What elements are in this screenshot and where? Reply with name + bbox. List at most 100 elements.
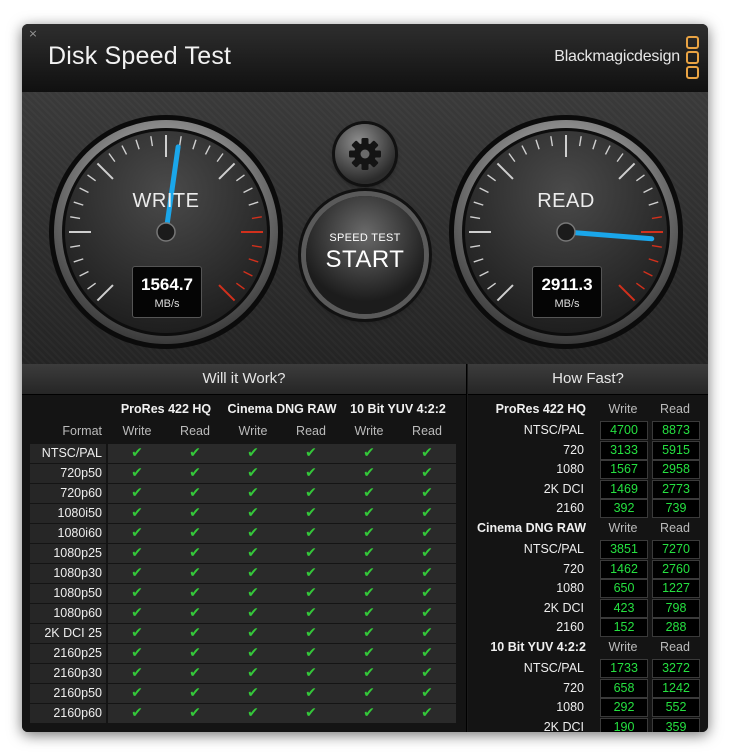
- speed-row-label: 2160: [556, 501, 584, 516]
- speed-value-read: 288: [652, 618, 700, 638]
- group-header: 10 Bit YUV 4:2:2: [350, 402, 446, 416]
- speed-value-write: 152: [600, 618, 648, 638]
- check-icon: ✔: [224, 684, 282, 703]
- format-label: 1080i60: [30, 524, 106, 543]
- check-icon: ✔: [108, 664, 166, 683]
- read-gauge: READ 2911.3 MB/s: [448, 114, 684, 350]
- speed-row-label: NTSC/PAL: [523, 542, 584, 556]
- check-icon: ✔: [166, 564, 224, 583]
- title-bar: × Disk Speed Test Blackmagicdesign: [22, 24, 708, 93]
- speed-value-write: 650: [600, 579, 648, 599]
- speed-row-label: 720: [563, 680, 584, 695]
- check-icon: ✔: [398, 464, 456, 483]
- check-icon: ✔: [166, 444, 224, 463]
- format-label: 1080p50: [30, 584, 106, 603]
- check-icon: ✔: [340, 644, 398, 663]
- check-icon: ✔: [224, 484, 282, 503]
- app-window: × Disk Speed Test Blackmagicdesign WRITE…: [22, 24, 708, 732]
- speed-value-read: 7270: [652, 540, 700, 559]
- speed-value-read: 2773: [652, 479, 700, 499]
- speed-group-title: 10 Bit YUV 4:2:2: [490, 640, 586, 654]
- write-gauge: WRITE 1564.7 MB/s: [48, 114, 284, 350]
- subcolumn-header: Read: [296, 424, 326, 438]
- speed-group-title: ProRes 422 HQ: [495, 402, 586, 416]
- group-header: ProRes 422 HQ: [120, 402, 212, 416]
- gear-icon: [349, 138, 381, 170]
- speed-row-label: 1080: [556, 700, 584, 715]
- check-icon: ✔: [224, 644, 282, 663]
- check-icon: ✔: [282, 604, 340, 623]
- check-icon: ✔: [224, 544, 282, 563]
- brand-logo-text: Blackmagicdesign: [554, 48, 680, 65]
- check-icon: ✔: [224, 604, 282, 623]
- check-icon: ✔: [108, 624, 166, 643]
- speed-value-write: 423: [600, 598, 648, 618]
- check-icon: ✔: [108, 544, 166, 563]
- gauge-area: WRITE 1564.7 MB/s SPEED TEST START READ …: [22, 92, 708, 364]
- check-icon: ✔: [340, 624, 398, 643]
- write-speed-readout: 1564.7 MB/s: [132, 266, 202, 318]
- speed-row-label: NTSC/PAL: [523, 423, 584, 437]
- table-row: 2160p30 ✔ ✔ ✔ ✔ ✔ ✔: [30, 664, 456, 683]
- check-icon: ✔: [398, 604, 456, 623]
- check-icon: ✔: [282, 504, 340, 523]
- speed-row-label: 2K DCI: [543, 600, 584, 615]
- check-icon: ✔: [224, 564, 282, 583]
- check-icon: ✔: [340, 444, 398, 463]
- write-speed-unit: MB/s: [154, 298, 180, 310]
- speed-value-write: 3133: [600, 440, 648, 460]
- check-icon: ✔: [224, 464, 282, 483]
- close-icon[interactable]: ×: [27, 28, 39, 40]
- check-icon: ✔: [282, 644, 340, 663]
- speed-value-write: 1462: [600, 559, 648, 579]
- table-row: 1080p50 ✔ ✔ ✔ ✔ ✔ ✔: [30, 584, 456, 603]
- check-icon: ✔: [398, 664, 456, 683]
- check-icon: ✔: [224, 664, 282, 683]
- table-row: NTSC/PAL ✔ ✔ ✔ ✔ ✔ ✔: [30, 444, 456, 463]
- format-label: 1080p30: [30, 564, 106, 583]
- speed-table: ProRes 422 HQ Write Read NTSC/PAL 4700 8873 72…: [468, 364, 708, 732]
- check-icon: ✔: [282, 584, 340, 603]
- check-icon: ✔: [398, 444, 456, 463]
- format-label: 1080i50: [30, 504, 106, 523]
- subcolumn-header: Read: [412, 424, 442, 438]
- speed-value-write: 658: [600, 678, 648, 698]
- check-icon: ✔: [166, 584, 224, 603]
- check-icon: ✔: [398, 644, 456, 663]
- subcolumn-header: Write: [122, 424, 152, 438]
- table-row: 1080p30 ✔ ✔ ✔ ✔ ✔ ✔: [30, 564, 456, 583]
- check-icon: ✔: [166, 704, 224, 723]
- check-icon: ✔: [224, 444, 282, 463]
- read-speed-unit: MB/s: [554, 298, 580, 310]
- format-label: NTSC/PAL: [30, 444, 106, 463]
- check-icon: ✔: [340, 664, 398, 683]
- check-icon: ✔: [340, 584, 398, 603]
- format-label: 2160p60: [30, 704, 106, 723]
- speed-value-read: 2760: [652, 559, 700, 579]
- start-speed-test-button[interactable]: SPEED TEST START: [306, 196, 424, 314]
- check-icon: ✔: [340, 464, 398, 483]
- check-icon: ✔: [398, 624, 456, 643]
- subcolumn-header: Read: [180, 424, 210, 438]
- speed-column-header: Read: [660, 640, 690, 654]
- table-row: 1080p25 ✔ ✔ ✔ ✔ ✔ ✔: [30, 544, 456, 563]
- settings-button[interactable]: [335, 124, 395, 184]
- format-label: 2K DCI 25: [30, 624, 106, 643]
- read-speed-value: 2911.3: [541, 275, 593, 294]
- speed-value-write: 190: [600, 717, 648, 732]
- speed-value-read: 2958: [652, 460, 700, 480]
- speed-column-header: Read: [660, 521, 690, 535]
- check-icon: ✔: [166, 644, 224, 663]
- check-icon: ✔: [282, 704, 340, 723]
- speed-row-label: 1080: [556, 581, 584, 596]
- check-icon: ✔: [166, 624, 224, 643]
- check-icon: ✔: [282, 624, 340, 643]
- speed-value-read: 5915: [652, 440, 700, 460]
- subcolumn-header: Write: [238, 424, 268, 438]
- check-icon: ✔: [108, 684, 166, 703]
- check-icon: ✔: [340, 484, 398, 503]
- format-label: 720p50: [30, 464, 106, 483]
- speed-group-title: Cinema DNG RAW: [476, 521, 586, 535]
- speed-value-read: 1242: [652, 678, 700, 698]
- check-icon: ✔: [108, 564, 166, 583]
